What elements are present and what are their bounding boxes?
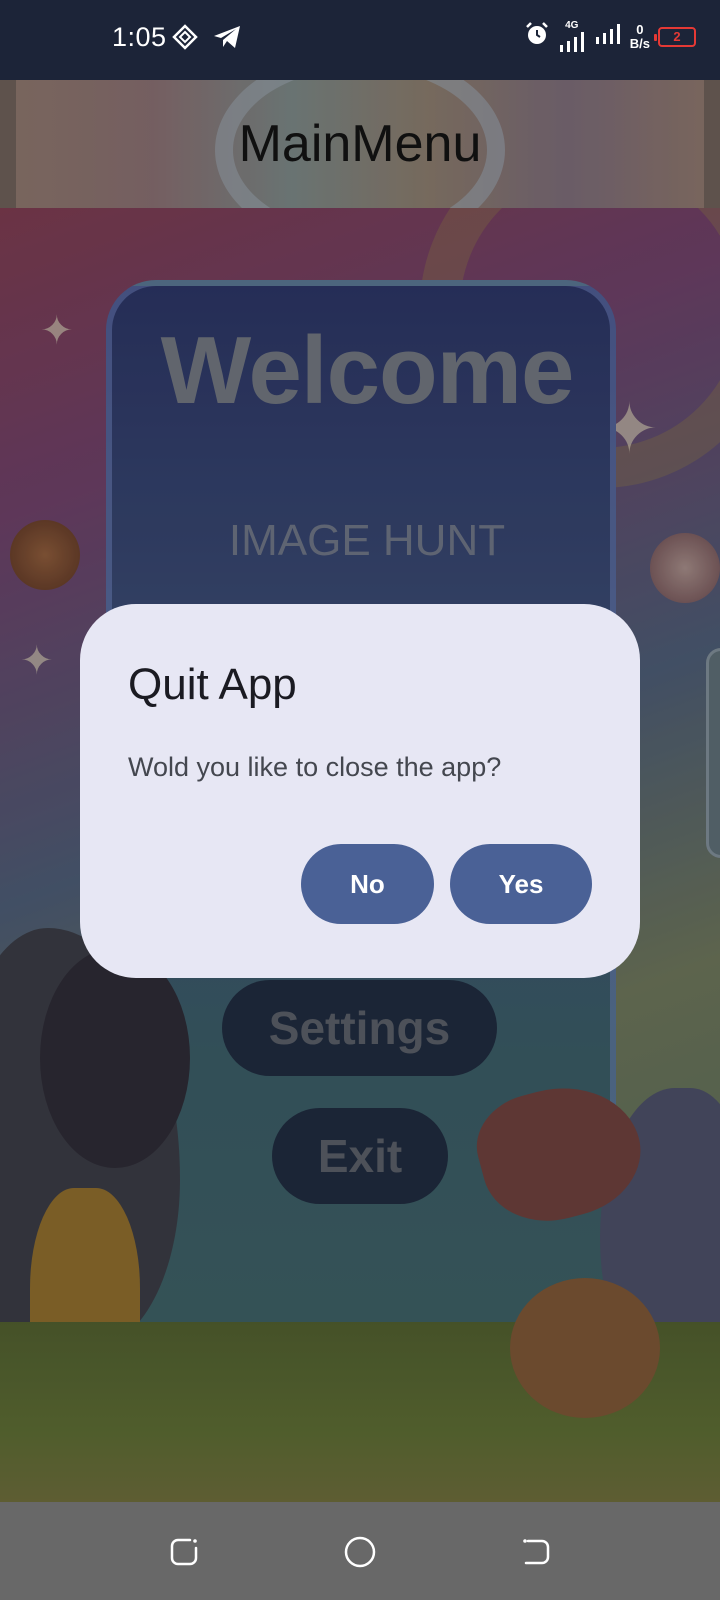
yes-button[interactable]: Yes (450, 844, 592, 924)
dialog-message: Wold you like to close the app? (128, 752, 502, 782)
back-icon[interactable] (516, 1532, 556, 1572)
status-bar: 1:05 4G 0 B/s 2 (0, 0, 720, 80)
telegram-icon (212, 24, 242, 55)
network-type-label: 4G (565, 20, 579, 31)
quit-dialog: Quit App Wold you like to close the app?… (80, 604, 640, 978)
recent-apps-icon[interactable] (164, 1532, 204, 1572)
status-right-icons: 4G 0 B/s 2 (524, 20, 696, 53)
dialog-title: Quit App (128, 660, 297, 709)
alarm-icon (524, 21, 550, 52)
data-rate-value: 0 (636, 21, 644, 37)
home-icon[interactable] (340, 1532, 380, 1572)
battery-icon: 2 (654, 26, 696, 47)
location-diamond-icon (172, 24, 198, 55)
data-rate-unit: B/s (629, 35, 650, 51)
status-left-icons (172, 24, 242, 55)
navigation-bar (0, 1502, 720, 1600)
status-time: 1:05 (112, 22, 167, 52)
data-rate: 0 B/s (629, 21, 650, 51)
signal-icon (594, 23, 622, 50)
signal-4g-icon: 4G (558, 20, 586, 53)
no-button[interactable]: No (301, 844, 434, 924)
battery-level: 2 (673, 29, 681, 44)
